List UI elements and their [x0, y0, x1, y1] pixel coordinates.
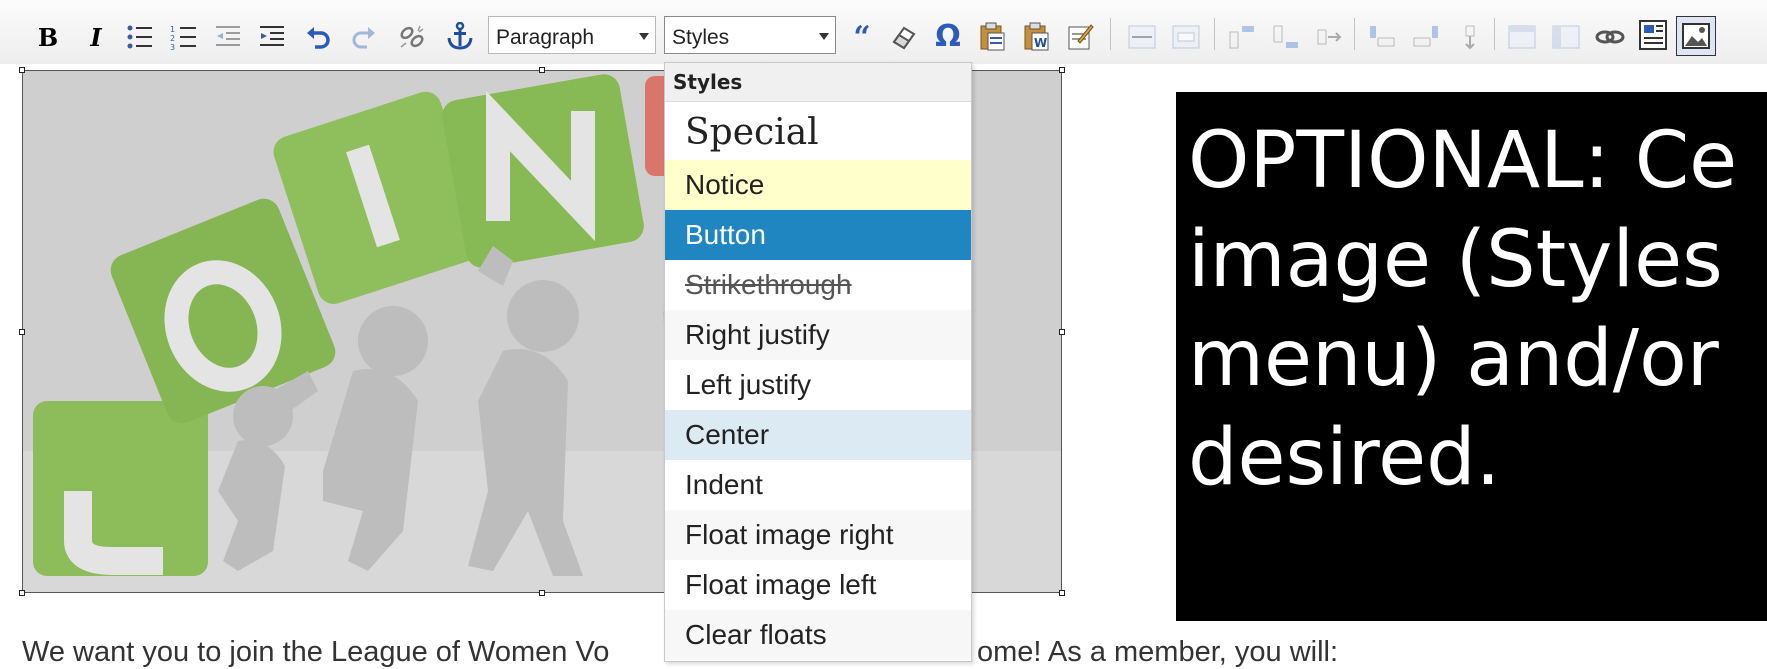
blockquote-icon[interactable]: “ — [844, 20, 880, 55]
horizontal-rule-icon[interactable] — [1124, 20, 1160, 54]
svg-text:3: 3 — [170, 43, 175, 50]
style-option-strikethrough[interactable]: Strikethrough — [665, 260, 971, 310]
chevron-down-icon — [639, 33, 649, 40]
style-option-center[interactable]: Center — [665, 410, 971, 460]
optional-caption-box[interactable]: OPTIONAL: Ce image (Styles menu) and/or … — [1176, 92, 1767, 621]
image-icon[interactable] — [1676, 16, 1716, 56]
resize-handle[interactable] — [539, 67, 545, 73]
italic-button[interactable]: I — [78, 20, 114, 54]
format-select-value: Paragraph — [496, 26, 595, 49]
eraser-icon[interactable] — [886, 20, 922, 54]
delete-col-icon[interactable] — [1452, 20, 1488, 54]
toolbar-separator — [1110, 18, 1111, 50]
body-text-start: We want you to join the League of Women … — [22, 636, 610, 668]
resize-handle[interactable] — [19, 590, 25, 596]
chevron-down-icon — [819, 33, 829, 40]
styles-dropdown-menu: Styles Special Notice Button Strikethrou… — [664, 62, 972, 662]
merge-cells-icon[interactable] — [1548, 20, 1584, 54]
resize-handle[interactable] — [1059, 329, 1065, 335]
toolbar-separator — [1214, 18, 1215, 50]
styles-menu-header: Styles — [665, 63, 971, 102]
toolbar-separator — [1354, 18, 1355, 50]
toolbar-separator — [1494, 18, 1495, 50]
resize-handle[interactable] — [19, 67, 25, 73]
col-insert-before-icon[interactable] — [1364, 20, 1400, 54]
resize-handle[interactable] — [1059, 590, 1065, 596]
resize-handle[interactable] — [539, 590, 545, 596]
edit-source-icon[interactable] — [1062, 18, 1098, 54]
undo-icon[interactable] — [300, 20, 336, 54]
block-n — [442, 74, 644, 268]
bullet-list-icon[interactable] — [122, 20, 158, 54]
redo-icon[interactable] — [346, 20, 382, 54]
split-cells-icon[interactable] — [1504, 20, 1540, 54]
styles-select-value: Styles — [672, 26, 730, 49]
template-icon[interactable] — [1634, 16, 1672, 54]
style-option-float-image-right[interactable]: Float image right — [665, 510, 971, 560]
style-option-notice[interactable]: Notice — [665, 160, 971, 210]
col-insert-after-icon[interactable] — [1408, 20, 1444, 54]
row-insert-before-icon[interactable] — [1224, 20, 1260, 54]
delete-row-icon[interactable] — [1312, 20, 1348, 54]
row-insert-after-icon[interactable] — [1268, 20, 1304, 54]
outdent-icon[interactable] — [210, 20, 246, 54]
style-option-indent[interactable]: Indent — [665, 460, 971, 510]
unlink-icon[interactable] — [394, 20, 430, 54]
block-j — [33, 401, 208, 576]
paste-word-icon[interactable]: W — [1018, 18, 1054, 54]
resize-handle[interactable] — [19, 329, 25, 335]
resize-handle[interactable] — [1059, 67, 1065, 73]
anchor-icon[interactable] — [442, 18, 478, 54]
style-option-left-justify[interactable]: Left justify — [665, 360, 971, 410]
numbered-list-icon[interactable]: 123 — [166, 20, 202, 54]
link-icon[interactable] — [1592, 20, 1628, 54]
optional-caption-text: OPTIONAL: Ce image (Styles menu) and/or … — [1188, 116, 1738, 503]
svg-text:1: 1 — [170, 25, 175, 34]
indent-icon[interactable] — [254, 20, 290, 54]
format-select[interactable]: Paragraph — [488, 16, 656, 54]
paste-icon[interactable] — [974, 18, 1010, 54]
style-option-special[interactable]: Special — [665, 102, 971, 160]
table-icon[interactable] — [1168, 20, 1204, 54]
editor-toolbar: B I 123 Paragraph Styles “ Ω W — [0, 0, 1767, 65]
special-character-icon[interactable]: Ω — [930, 18, 966, 54]
style-option-button[interactable]: Button — [665, 210, 971, 260]
bold-button[interactable]: B — [30, 20, 66, 54]
style-option-float-image-left[interactable]: Float image left — [665, 560, 971, 610]
style-option-right-justify[interactable]: Right justify — [665, 310, 971, 360]
styles-select[interactable]: Styles — [664, 16, 836, 54]
svg-text:2: 2 — [170, 34, 175, 43]
svg-text:W: W — [1034, 36, 1047, 50]
